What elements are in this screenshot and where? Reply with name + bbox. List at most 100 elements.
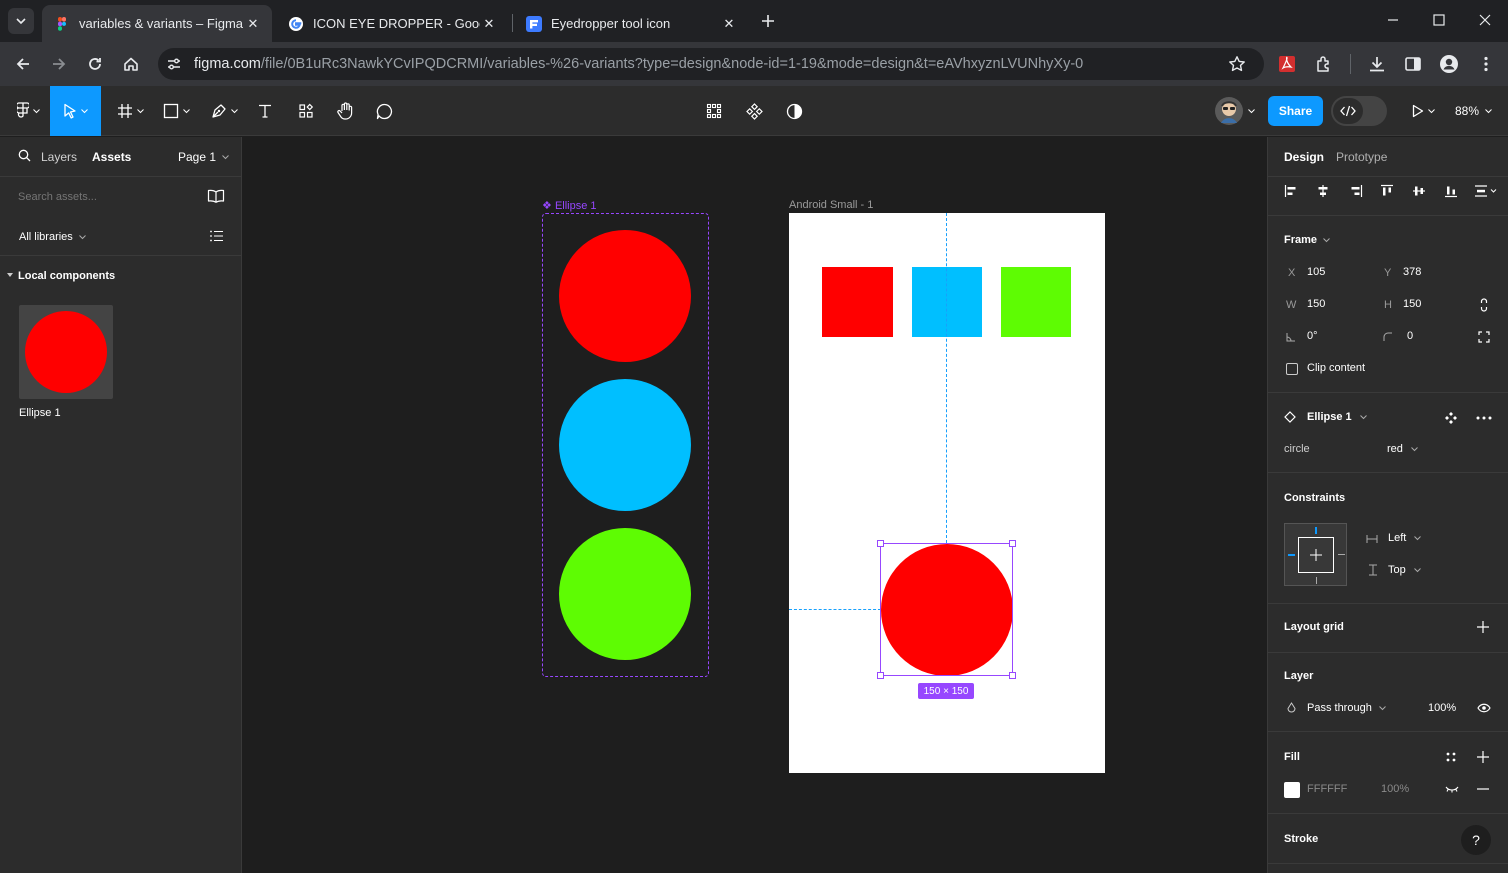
help-button[interactable]: ? [1461,825,1491,855]
minimize-button[interactable] [1370,0,1416,40]
independent-corners-icon[interactable] [1477,330,1491,344]
new-tab-button[interactable] [756,9,780,33]
present-button[interactable] [1406,95,1440,127]
component-tool-button[interactable] [742,95,766,127]
browser-menu-icon[interactable] [1472,50,1500,78]
comment-tool-button[interactable] [372,95,396,127]
hidden-eye-icon[interactable] [1444,784,1460,794]
add-fill-icon[interactable] [1476,750,1490,764]
tab-layers[interactable]: Layers [41,150,77,164]
w-input[interactable]: 150 [1307,298,1325,310]
reload-button[interactable] [81,50,109,78]
fill-color-swatch[interactable] [1284,782,1300,798]
contrast-tool-button[interactable] [782,95,806,127]
resize-handle[interactable] [877,540,884,547]
add-layout-grid-icon[interactable] [1476,620,1490,634]
close-tab-icon[interactable]: ✕ [720,15,738,33]
tab-design[interactable]: Design [1284,150,1324,164]
layer-opacity-input[interactable]: 100% [1428,702,1456,714]
resize-handle[interactable] [1009,672,1016,679]
layout-grid-tool-button[interactable] [702,95,726,127]
align-left-icon[interactable] [1284,183,1298,199]
move-tool-button[interactable] [50,86,101,136]
forward-button[interactable] [45,50,73,78]
tab-prototype[interactable]: Prototype [1336,150,1387,164]
align-horizontal-center-icon[interactable] [1316,183,1330,199]
tab-assets[interactable]: Assets [92,150,131,164]
maximize-button[interactable] [1416,0,1462,40]
hand-tool-button[interactable] [333,95,357,127]
close-window-button[interactable] [1462,0,1508,40]
share-button[interactable]: Share [1268,96,1323,126]
x-input[interactable]: 105 [1307,266,1325,278]
component-set-label[interactable]: ❖ Ellipse 1 [542,199,597,212]
page-selector[interactable]: Page 1 [178,150,230,164]
search-layers-icon[interactable] [18,149,31,162]
fill-hex-input[interactable]: FFFFFF [1307,783,1347,795]
browser-tab-flaticon[interactable]: Eyedropper tool icon ✕ [514,5,748,42]
blend-mode-dropdown[interactable]: Pass through [1307,702,1386,714]
browser-tab-google[interactable]: ICON EYE DROPPER - Google Se ✕ [276,5,508,42]
section-local-components[interactable]: Local components [18,270,115,282]
fill-styles-icon[interactable] [1444,750,1458,764]
search-assets-input[interactable] [12,185,192,209]
download-icon[interactable] [1363,50,1391,78]
shape-tool-button[interactable] [159,95,193,127]
close-tab-icon[interactable]: ✕ [244,15,262,33]
tab-search-button[interactable] [8,8,34,34]
clip-content-checkbox[interactable] [1286,363,1298,375]
address-bar[interactable]: figma.com/file/0B1uRc3NawkYCvIPQDCRMI/va… [158,48,1264,80]
resize-handle[interactable] [1009,540,1016,547]
variant-circle-green[interactable] [559,528,691,660]
resize-handle[interactable] [877,672,884,679]
component-thumbnail[interactable] [19,305,113,399]
align-top-icon[interactable] [1380,183,1394,199]
constraints-widget[interactable] [1284,523,1347,586]
caret-down-icon[interactable] [7,273,13,278]
align-bottom-icon[interactable] [1444,183,1458,199]
swatch-blue[interactable] [912,267,982,337]
extensions-puzzle-icon[interactable] [1310,50,1338,78]
constrain-proportions-icon[interactable] [1478,297,1490,313]
profile-avatar-icon[interactable] [1435,50,1463,78]
align-vertical-center-icon[interactable] [1412,183,1426,199]
remove-fill-icon[interactable] [1476,783,1490,795]
frame-label[interactable]: Android Small - 1 [789,199,873,211]
align-right-icon[interactable] [1349,183,1363,199]
visibility-eye-icon[interactable] [1476,702,1492,714]
h-input[interactable]: 150 [1403,298,1421,310]
variant-circle-blue[interactable] [559,379,691,511]
text-tool-button[interactable] [253,95,277,127]
go-to-main-component-icon[interactable] [1444,411,1458,425]
side-panel-icon[interactable] [1399,50,1427,78]
bookmark-star-icon[interactable] [1228,55,1246,73]
constraint-bottom-bar[interactable] [1316,577,1317,584]
selection-box[interactable] [880,543,1013,676]
variant-circle-red[interactable] [559,230,691,362]
instance-name-dropdown[interactable]: Ellipse 1 [1307,411,1367,423]
constraint-top-bar[interactable] [1315,527,1317,534]
zoom-dropdown[interactable]: 88% [1455,104,1492,118]
constraint-left-bar[interactable] [1288,554,1295,556]
close-tab-icon[interactable]: ✕ [480,15,498,33]
corner-radius-input[interactable]: 0 [1407,330,1413,342]
swatch-red[interactable] [822,267,893,337]
constraint-right-bar[interactable] [1338,554,1345,555]
back-button[interactable] [9,50,37,78]
browser-tab-figma[interactable]: variables & variants – Figma ✕ [42,5,272,42]
dev-mode-toggle[interactable] [1331,96,1387,126]
vertical-constraint-dropdown[interactable]: Top [1388,564,1421,576]
pdf-extension-icon[interactable] [1273,50,1301,78]
swatch-green[interactable] [1001,267,1071,337]
horizontal-constraint-dropdown[interactable]: Left [1388,532,1422,544]
fill-opacity-input[interactable]: 100% [1381,783,1409,795]
pen-tool-button[interactable] [207,95,241,127]
rotation-input[interactable]: 0° [1307,330,1318,342]
home-button[interactable] [117,50,145,78]
distribute-icon[interactable] [1473,183,1499,199]
variant-property-dropdown[interactable]: red [1387,443,1418,455]
frame-section-title[interactable]: Frame [1284,234,1330,246]
list-view-icon[interactable] [210,230,223,242]
more-options-icon[interactable] [1476,411,1492,425]
library-book-icon[interactable] [207,189,225,203]
